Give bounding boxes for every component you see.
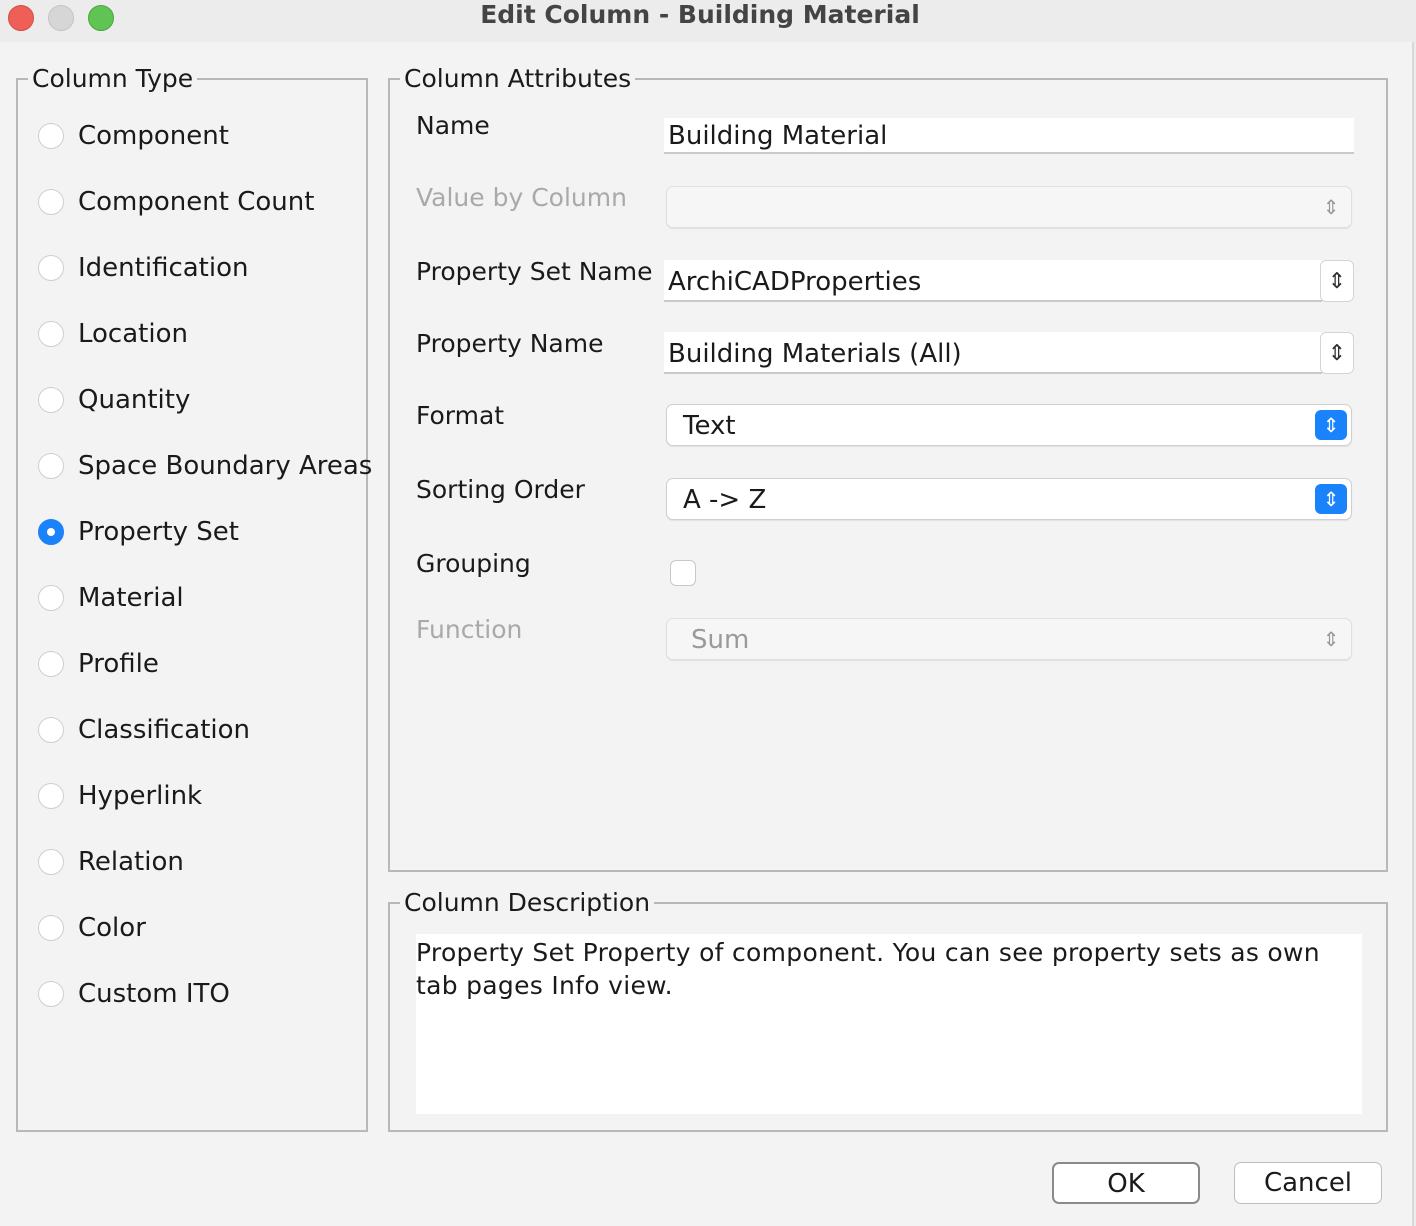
property-set-name-dropdown-button[interactable]: ⇕ bbox=[1320, 260, 1354, 302]
column-type-option-label: Custom ITO bbox=[78, 979, 230, 1009]
column-type-option[interactable]: Color bbox=[38, 908, 146, 948]
name-label: Name bbox=[416, 111, 490, 140]
radio-button[interactable] bbox=[38, 123, 64, 149]
column-type-option[interactable]: Relation bbox=[38, 842, 184, 882]
sorting-order-label: Sorting Order bbox=[416, 475, 585, 504]
ok-button[interactable]: OK bbox=[1052, 1162, 1200, 1204]
updown-chevron-icon: ⇕ bbox=[1315, 410, 1347, 440]
column-type-option-label: Identification bbox=[78, 253, 249, 283]
column-type-option-label: Material bbox=[78, 583, 184, 613]
cancel-button[interactable]: Cancel bbox=[1234, 1162, 1382, 1204]
property-set-name-label: Property Set Name bbox=[416, 257, 653, 286]
radio-button[interactable] bbox=[38, 387, 64, 413]
column-description-text[interactable]: Property Set Property of component. You … bbox=[416, 934, 1362, 1114]
sorting-order-select[interactable]: A -> Z ⇕ bbox=[666, 478, 1352, 520]
column-type-option[interactable]: Hyperlink bbox=[38, 776, 202, 816]
radio-button[interactable] bbox=[38, 321, 64, 347]
column-type-option[interactable]: Component Count bbox=[38, 182, 314, 222]
value-by-column-label: Value by Column bbox=[416, 183, 627, 212]
format-value: Text bbox=[683, 411, 736, 441]
column-attributes-group: Column Attributes Name Building Material… bbox=[388, 63, 1388, 872]
property-name-dropdown-button[interactable]: ⇕ bbox=[1320, 332, 1354, 374]
column-type-option[interactable]: Component bbox=[38, 116, 229, 156]
column-type-option-label: Classification bbox=[78, 715, 251, 745]
value-by-column-select: ⇕ bbox=[666, 186, 1352, 228]
column-type-option[interactable]: Material bbox=[38, 578, 184, 618]
function-value: Sum bbox=[691, 625, 750, 655]
radio-button[interactable] bbox=[38, 651, 64, 677]
column-type-title: Column Type bbox=[28, 63, 198, 95]
column-type-option[interactable]: Identification bbox=[38, 248, 248, 288]
format-select[interactable]: Text ⇕ bbox=[666, 404, 1352, 446]
property-name-input[interactable]: Building Materials (All) bbox=[664, 332, 1322, 374]
column-type-option-label: Space Boundary Areas bbox=[78, 451, 373, 481]
column-description-group: Column Description Property Set Property… bbox=[388, 887, 1388, 1132]
column-type-option[interactable]: Profile bbox=[38, 644, 159, 684]
function-label: Function bbox=[416, 615, 523, 644]
property-set-name-combo[interactable]: ArchiCADProperties ⇕ bbox=[664, 260, 1354, 302]
column-type-group: Column Type Component Component Count Iden… bbox=[16, 63, 372, 1132]
radio-button[interactable] bbox=[38, 585, 64, 611]
column-type-option[interactable]: Space Boundary Areas bbox=[38, 446, 372, 486]
grouping-label: Grouping bbox=[416, 549, 531, 578]
column-type-option[interactable]: Classification bbox=[38, 710, 250, 750]
radio-button[interactable] bbox=[38, 189, 64, 215]
column-type-option-label: Component Count bbox=[78, 187, 315, 217]
title-bar: Edit Column - Building Material bbox=[0, 0, 1416, 42]
radio-button[interactable] bbox=[38, 255, 64, 281]
radio-button[interactable] bbox=[38, 849, 64, 875]
radio-button[interactable] bbox=[38, 717, 64, 743]
sorting-order-value: A -> Z bbox=[683, 485, 767, 515]
property-set-name-input[interactable]: ArchiCADProperties bbox=[664, 260, 1322, 302]
radio-button[interactable] bbox=[38, 915, 64, 941]
radio-button[interactable] bbox=[38, 453, 64, 479]
column-type-option-label: Relation bbox=[78, 847, 184, 877]
dialog-content: Column Type Component Component Count Iden… bbox=[0, 42, 1414, 1226]
grouping-checkbox[interactable] bbox=[670, 560, 696, 586]
column-attributes-title: Column Attributes bbox=[400, 63, 636, 95]
column-type-option[interactable]: Custom ITO bbox=[38, 974, 230, 1014]
updown-chevron-icon: ⇕ bbox=[1315, 484, 1347, 514]
column-type-option[interactable]: Property Set bbox=[38, 512, 239, 552]
column-type-option[interactable]: Quantity bbox=[38, 380, 190, 420]
column-type-option-label: Hyperlink bbox=[78, 781, 203, 811]
column-type-option-label: Location bbox=[78, 319, 188, 349]
radio-button[interactable] bbox=[38, 981, 64, 1007]
function-select: Sum ⇕ bbox=[666, 618, 1352, 660]
radio-button[interactable] bbox=[38, 783, 64, 809]
column-type-option-label: Color bbox=[78, 913, 146, 943]
column-description-title: Column Description bbox=[400, 887, 655, 919]
updown-chevron-icon: ⇕ bbox=[1327, 268, 1347, 294]
column-type-option-label: Component bbox=[78, 121, 229, 151]
updown-chevron-icon: ⇕ bbox=[1322, 195, 1340, 219]
updown-chevron-icon: ⇕ bbox=[1322, 627, 1340, 651]
name-field[interactable]: Building Material bbox=[664, 118, 1354, 154]
column-type-option-label: Property Set bbox=[78, 517, 239, 547]
radio-button[interactable] bbox=[38, 519, 64, 545]
property-name-label: Property Name bbox=[416, 329, 604, 358]
format-label: Format bbox=[416, 401, 505, 430]
property-name-combo[interactable]: Building Materials (All) ⇕ bbox=[664, 332, 1354, 374]
column-type-option-label: Profile bbox=[78, 649, 159, 679]
column-type-option[interactable]: Location bbox=[38, 314, 188, 354]
window-title: Edit Column - Building Material bbox=[480, 0, 920, 29]
updown-chevron-icon: ⇕ bbox=[1327, 340, 1347, 366]
column-type-option-label: Quantity bbox=[78, 385, 191, 415]
